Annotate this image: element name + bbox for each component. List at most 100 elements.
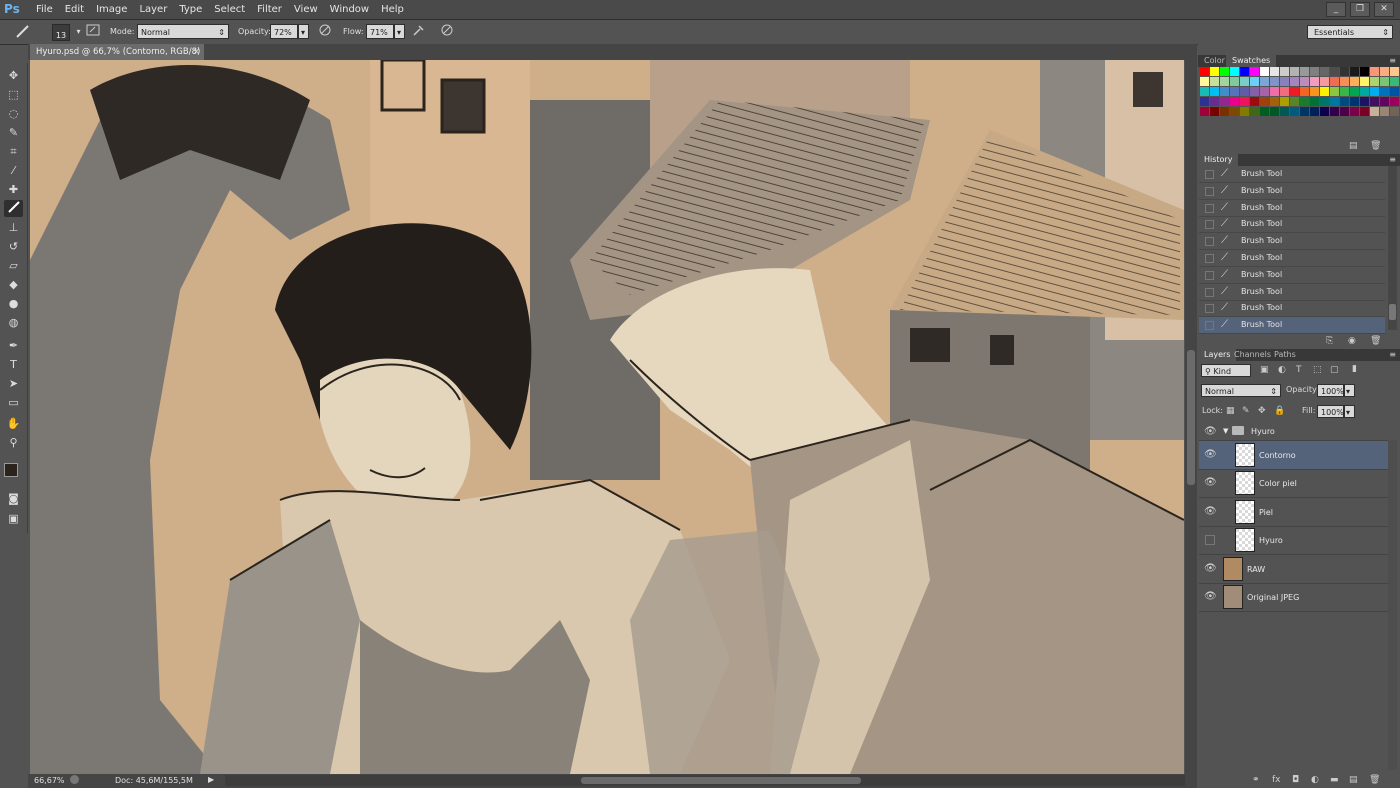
- fill-dropdown[interactable]: ▾: [1344, 405, 1355, 418]
- document-canvas[interactable]: [30, 60, 1184, 774]
- swatch[interactable]: [1330, 87, 1339, 96]
- swatch[interactable]: [1320, 107, 1329, 116]
- swatch[interactable]: [1310, 87, 1319, 96]
- menu-view[interactable]: View: [288, 0, 324, 19]
- history-source-checkbox[interactable]: [1205, 254, 1214, 263]
- swatch[interactable]: [1340, 77, 1349, 86]
- history-source-checkbox[interactable]: [1205, 321, 1214, 331]
- swatch[interactable]: [1370, 77, 1379, 86]
- dodge-tool-icon[interactable]: ◍: [4, 314, 23, 331]
- history-scroll-thumb[interactable]: [1389, 304, 1396, 320]
- quick-select-tool-icon[interactable]: ✎: [4, 124, 23, 141]
- swatch[interactable]: [1200, 97, 1209, 106]
- swatch[interactable]: [1300, 67, 1309, 76]
- history-state-row[interactable]: ⟋ Brush Tool: [1199, 233, 1385, 251]
- brush-panel-toggle-icon[interactable]: [84, 23, 101, 40]
- lasso-tool-icon[interactable]: ◌: [4, 105, 23, 122]
- swatch[interactable]: [1200, 77, 1209, 86]
- layer-mask-icon[interactable]: ◘: [1292, 775, 1299, 785]
- eye-icon[interactable]: 👁: [1204, 563, 1217, 574]
- swatch[interactable]: [1380, 97, 1389, 106]
- layer-row[interactable]: 👁 RAW: [1199, 555, 1389, 584]
- layer-row[interactable]: 👁 Color piel: [1199, 469, 1389, 498]
- new-group-icon[interactable]: ▬: [1330, 775, 1339, 785]
- quick-mask-icon[interactable]: ◙: [4, 490, 23, 507]
- minimize-button[interactable]: _: [1326, 2, 1346, 17]
- brush-size-box[interactable]: 13: [52, 24, 70, 41]
- history-source-checkbox[interactable]: [1205, 237, 1214, 247]
- swatch[interactable]: [1210, 87, 1219, 96]
- status-info-icon[interactable]: [70, 775, 79, 784]
- layer-row[interactable]: 👁 Original JPEG: [1199, 583, 1389, 612]
- menu-image[interactable]: Image: [90, 0, 133, 19]
- filter-shape-icon[interactable]: ⬚: [1313, 365, 1322, 375]
- layer-group-row[interactable]: 👁 ▼ Hyuro: [1199, 424, 1389, 441]
- history-source-checkbox[interactable]: [1205, 220, 1214, 230]
- swatch[interactable]: [1310, 97, 1319, 106]
- swatch[interactable]: [1320, 67, 1329, 76]
- zoom-level[interactable]: 66,67%: [34, 774, 65, 788]
- zoom-tool-icon[interactable]: ⚲: [4, 434, 23, 451]
- layer-filter-select[interactable]: ⚲ Kind: [1201, 364, 1251, 377]
- swatch[interactable]: [1380, 107, 1389, 116]
- path-selection-tool-icon[interactable]: ➤: [4, 375, 23, 392]
- healing-brush-tool-icon[interactable]: ✚: [4, 181, 23, 198]
- swatch[interactable]: [1250, 87, 1259, 96]
- screen-mode-icon[interactable]: ▣: [4, 510, 23, 527]
- swatch[interactable]: [1260, 107, 1269, 116]
- swatch[interactable]: [1220, 67, 1229, 76]
- history-state-row[interactable]: ⟋ Brush Tool: [1199, 200, 1385, 217]
- history-state-row[interactable]: ⟋ Brush Tool: [1199, 317, 1385, 335]
- swatch[interactable]: [1310, 77, 1319, 86]
- mode-select[interactable]: Normal ⇕: [137, 24, 229, 39]
- link-layers-icon[interactable]: ⚭: [1252, 775, 1260, 785]
- swatch[interactable]: [1220, 97, 1229, 106]
- rectangle-tool-icon[interactable]: ▭: [4, 394, 23, 411]
- flow-field[interactable]: 71%: [366, 24, 394, 39]
- swatch[interactable]: [1270, 77, 1279, 86]
- close-icon[interactable]: ×: [193, 44, 200, 60]
- lock-image-icon[interactable]: ✎: [1242, 406, 1250, 416]
- swatch[interactable]: [1370, 97, 1379, 106]
- move-tool-icon[interactable]: ✥: [4, 67, 23, 84]
- swatch[interactable]: [1380, 77, 1389, 86]
- blend-mode-select[interactable]: Normal ⇕: [1201, 384, 1281, 397]
- opacity-field[interactable]: 72%: [270, 24, 298, 39]
- swatch[interactable]: [1210, 67, 1219, 76]
- clone-stamp-tool-icon[interactable]: ⊥: [4, 219, 23, 236]
- swatch[interactable]: [1230, 97, 1239, 106]
- filter-adjustment-icon[interactable]: ◐: [1278, 365, 1286, 375]
- brush-tool-icon[interactable]: [4, 200, 23, 217]
- swatch[interactable]: [1300, 77, 1309, 86]
- swatch[interactable]: [1290, 97, 1299, 106]
- swatch[interactable]: [1220, 87, 1229, 96]
- paint-bucket-tool-icon[interactable]: ◆: [4, 276, 23, 293]
- history-state-row[interactable]: ⟋ Brush Tool: [1199, 300, 1385, 318]
- hand-tool-icon[interactable]: ✋: [4, 415, 23, 432]
- swatch[interactable]: [1360, 77, 1369, 86]
- menu-window[interactable]: Window: [324, 0, 375, 19]
- swatch[interactable]: [1310, 67, 1319, 76]
- layer-opacity-dropdown[interactable]: ▾: [1344, 384, 1355, 397]
- history-source-checkbox[interactable]: [1205, 287, 1214, 297]
- restore-button[interactable]: ❐: [1350, 2, 1370, 17]
- blur-tool-icon[interactable]: ●: [4, 295, 23, 312]
- swatch[interactable]: [1390, 77, 1399, 86]
- filter-smart-object-icon[interactable]: ▢: [1330, 365, 1339, 375]
- swatch[interactable]: [1210, 107, 1219, 116]
- swatch[interactable]: [1270, 97, 1279, 106]
- layers-scrollbar[interactable]: [1388, 440, 1397, 770]
- swatch[interactable]: [1280, 77, 1289, 86]
- swatch[interactable]: [1280, 67, 1289, 76]
- lock-transparency-icon[interactable]: ▦: [1226, 406, 1235, 416]
- swatch[interactable]: [1210, 77, 1219, 86]
- chevron-down-icon[interactable]: ▼: [1223, 427, 1228, 435]
- history-source-checkbox[interactable]: [1205, 186, 1214, 196]
- new-document-from-state-icon[interactable]: ⎘: [1326, 336, 1333, 346]
- menu-help[interactable]: Help: [375, 0, 410, 19]
- marquee-tool-icon[interactable]: ⬚: [4, 86, 23, 103]
- vertical-scroll-thumb[interactable]: [1187, 350, 1195, 485]
- filter-type-icon[interactable]: T: [1296, 365, 1302, 375]
- tab-swatches[interactable]: Swatches: [1226, 55, 1277, 67]
- swatch[interactable]: [1360, 87, 1369, 96]
